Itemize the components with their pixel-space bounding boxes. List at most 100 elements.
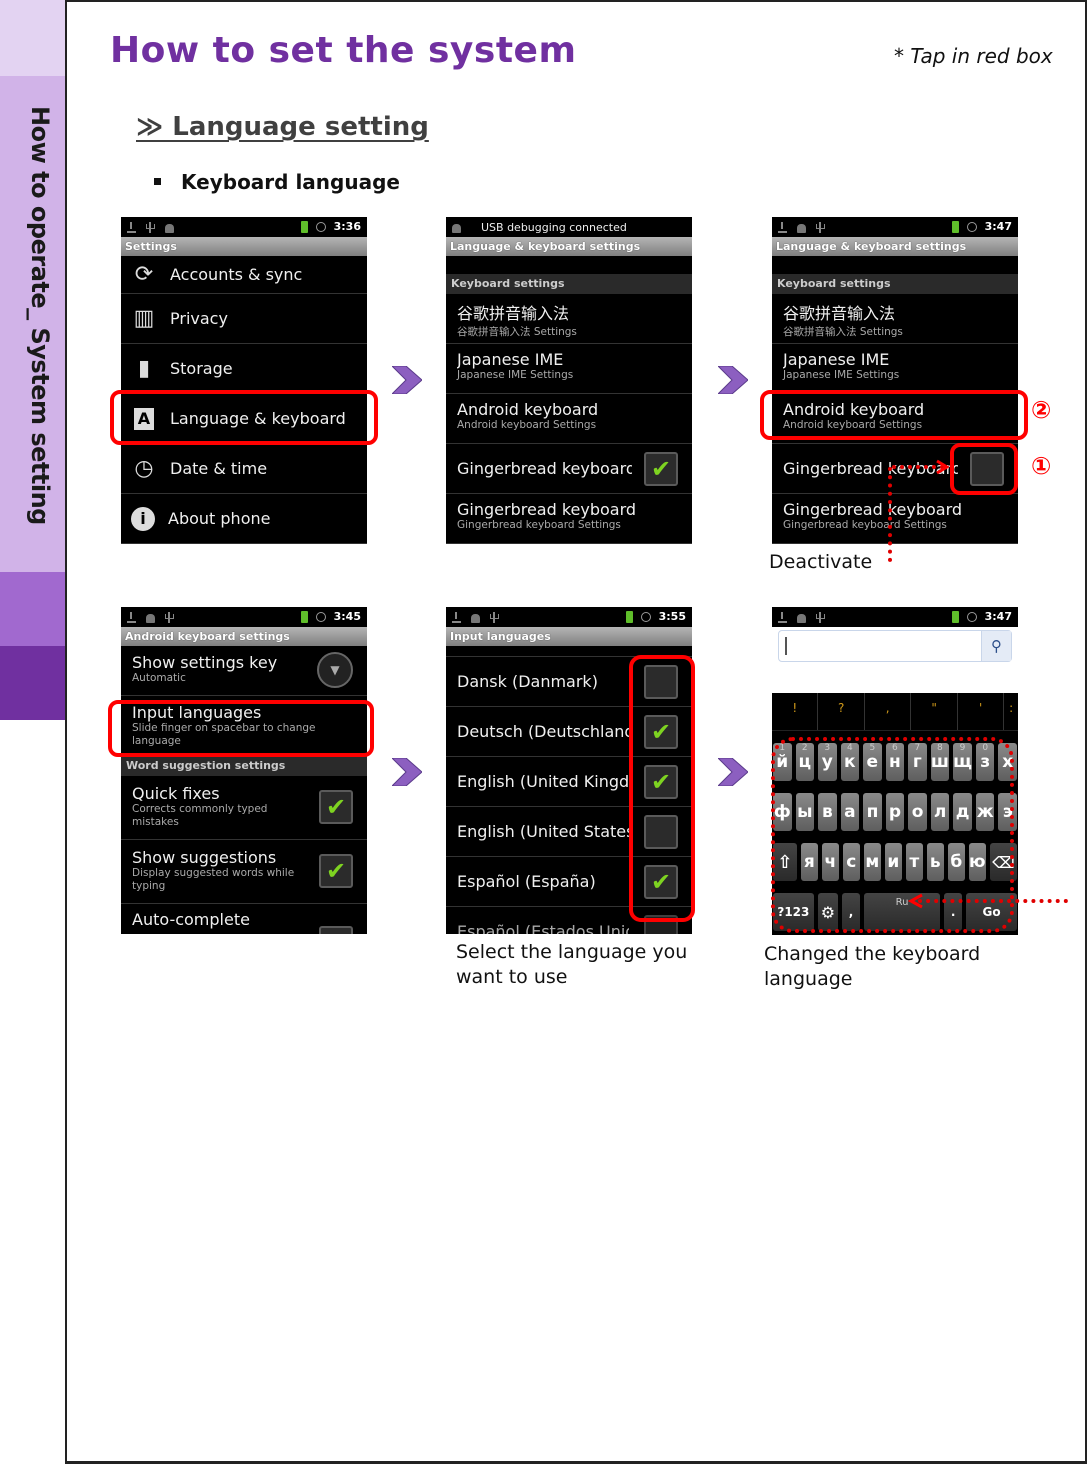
android-icon <box>797 223 806 233</box>
category-header: Word suggestion settings <box>121 756 367 776</box>
status-time: 3:45 <box>333 610 361 623</box>
search-box: ⚲ <box>778 630 1012 662</box>
dropdown-icon[interactable]: ▼ <box>317 652 353 688</box>
checkbox-checked[interactable]: ✔ <box>644 451 678 486</box>
item-title: Dansk (Danmark) <box>457 672 598 691</box>
screen-language-keyboard-1: USB debugging connected Language & keybo… <box>446 217 692 544</box>
battery-icon <box>300 220 308 233</box>
item-label: Accounts & sync <box>170 265 303 284</box>
callout-dotted-line <box>888 467 892 562</box>
setting-show-settings-key[interactable]: Show settings key Automatic ▼ <box>121 646 367 696</box>
usb-icon <box>816 221 825 233</box>
sidebar-top-block <box>0 0 66 76</box>
screen-settings: 3:36 Settings ⟳ Accounts & sync ▥ Privacy … <box>121 217 367 544</box>
setting-auto-complete[interactable]: Auto-complete <box>121 904 367 934</box>
item-subtitle: Android keyboard Settings <box>457 419 597 431</box>
item-title: 谷歌拼音输入法 <box>457 304 570 323</box>
bullet-heading: Keyboard language <box>154 170 400 194</box>
sidebar-block-3 <box>0 572 66 646</box>
suggestion[interactable]: ' <box>958 693 1005 730</box>
item-title: Gingerbread keyboard <box>457 459 632 478</box>
caption-select-language: Select the language you want to use <box>456 941 688 988</box>
settings-item-storage[interactable]: ▮ Storage <box>121 344 367 394</box>
checkbox[interactable] <box>319 926 353 934</box>
setting-show-suggestions[interactable]: Show suggestions Display suggested words … <box>121 840 367 904</box>
settings-item-privacy[interactable]: ▥ Privacy <box>121 294 367 344</box>
callout-arrowhead-icon <box>936 459 949 475</box>
keyboard-item-japanese[interactable]: Japanese IME Japanese IME Settings <box>772 344 1018 394</box>
next-arrow-icon <box>392 758 422 786</box>
item-label: Privacy <box>170 309 228 328</box>
alarm-icon <box>640 611 651 622</box>
alarm-icon <box>315 221 326 232</box>
screen-android-keyboard-settings: 3:45 Android keyboard settings Show sett… <box>121 607 367 934</box>
item-subtitle: Corrects commonly typed mistakes <box>132 803 268 828</box>
settings-item-date[interactable]: ◷ Date & time <box>121 444 367 494</box>
tap-note: * Tap in red box <box>894 44 1053 68</box>
download-icon <box>127 611 136 623</box>
settings-item-accounts[interactable]: ⟳ Accounts & sync <box>121 256 367 294</box>
status-time: 3:36 <box>333 220 361 233</box>
item-title: Español (Estados Unidos) <box>457 922 629 934</box>
suggestion[interactable]: " <box>911 693 958 730</box>
section-heading: ≫ Language setting <box>136 112 429 142</box>
item-label: Storage <box>170 359 233 378</box>
alarm-icon <box>966 611 977 622</box>
suggestion[interactable]: : <box>1004 693 1018 730</box>
checkbox-checked[interactable]: ✔ <box>319 790 353 824</box>
step-number-2: ② <box>1031 396 1052 424</box>
usb-icon <box>146 221 155 233</box>
tap-highlight-input-languages <box>108 700 374 757</box>
item-subtitle: Japanese IME Settings <box>783 369 900 381</box>
status-bar: 3:55 <box>446 607 692 627</box>
keyboard-item-pinyin[interactable]: 谷歌拼音输入法谷歌拼音输入法 Settings <box>446 294 692 344</box>
item-subtitle: Display suggested words while typing <box>132 867 295 892</box>
keyboard-item-japanese[interactable]: Japanese IME Japanese IME Settings <box>446 344 692 394</box>
battery-icon <box>625 610 633 623</box>
tap-highlight-keyboard <box>771 737 1014 933</box>
status-bar: USB debugging connected <box>446 217 692 237</box>
item-title: Japanese IME <box>457 350 564 369</box>
keyboard-item-android[interactable]: Android keyboard Android keyboard Setting… <box>446 394 692 444</box>
screen-keyboard-statusbar: 3:47 <box>772 607 1018 627</box>
item-subtitle: Japanese IME Settings <box>457 369 574 381</box>
checkbox-checked[interactable]: ✔ <box>319 854 353 888</box>
search-input[interactable] <box>785 637 981 655</box>
suggestion[interactable]: ? <box>818 693 865 730</box>
next-arrow-icon <box>718 366 748 394</box>
status-notification: USB debugging connected <box>481 220 627 234</box>
caption-deactivate: Deactivate <box>769 551 873 573</box>
download-icon <box>778 221 787 233</box>
page-title: How to set the system <box>110 30 577 71</box>
download-icon <box>452 611 461 623</box>
suggestion[interactable]: ! <box>772 693 819 730</box>
setting-quick-fixes[interactable]: Quick fixes Corrects commonly typed mista… <box>121 776 367 840</box>
keyboard-item-gingerbread-settings[interactable]: Gingerbread keyboard Gingerbread keyboard… <box>772 494 1018 544</box>
tap-highlight-checkboxes <box>629 655 695 922</box>
screen-title: Android keyboard settings <box>121 627 367 646</box>
search-icon[interactable]: ⚲ <box>981 631 1011 661</box>
battery-icon <box>951 220 959 233</box>
sidebar-block-4 <box>0 646 66 720</box>
settings-item-about[interactable]: i About phone <box>121 494 367 544</box>
info-icon: i <box>131 506 155 531</box>
android-icon <box>165 223 174 233</box>
item-title: Android keyboard <box>457 400 599 419</box>
suggestion[interactable]: , <box>865 693 912 730</box>
keyboard-item-pinyin[interactable]: 谷歌拼音输入法 谷歌拼音输入法 Settings <box>772 294 1018 344</box>
storage-icon: ▮ <box>137 356 151 381</box>
item-subtitle: 谷歌拼音输入法 Settings <box>457 326 577 338</box>
battery-icon <box>951 610 959 623</box>
category-header: Keyboard settings <box>772 274 1018 294</box>
battery-icon <box>300 610 308 623</box>
keyboard-item-gingerbread-toggle[interactable]: Gingerbread keyboard ✔ <box>446 444 692 494</box>
usb-icon <box>816 611 825 623</box>
usb-icon <box>490 611 499 623</box>
bullet-text: Keyboard language <box>181 170 400 194</box>
keyboard-item-gingerbread-settings[interactable]: Gingerbread keyboard Gingerbread keyboard… <box>446 494 692 544</box>
item-label: Date & time <box>170 459 268 478</box>
item-subtitle: Gingerbread keyboard Settings <box>783 519 947 531</box>
next-arrow-icon <box>718 758 748 786</box>
